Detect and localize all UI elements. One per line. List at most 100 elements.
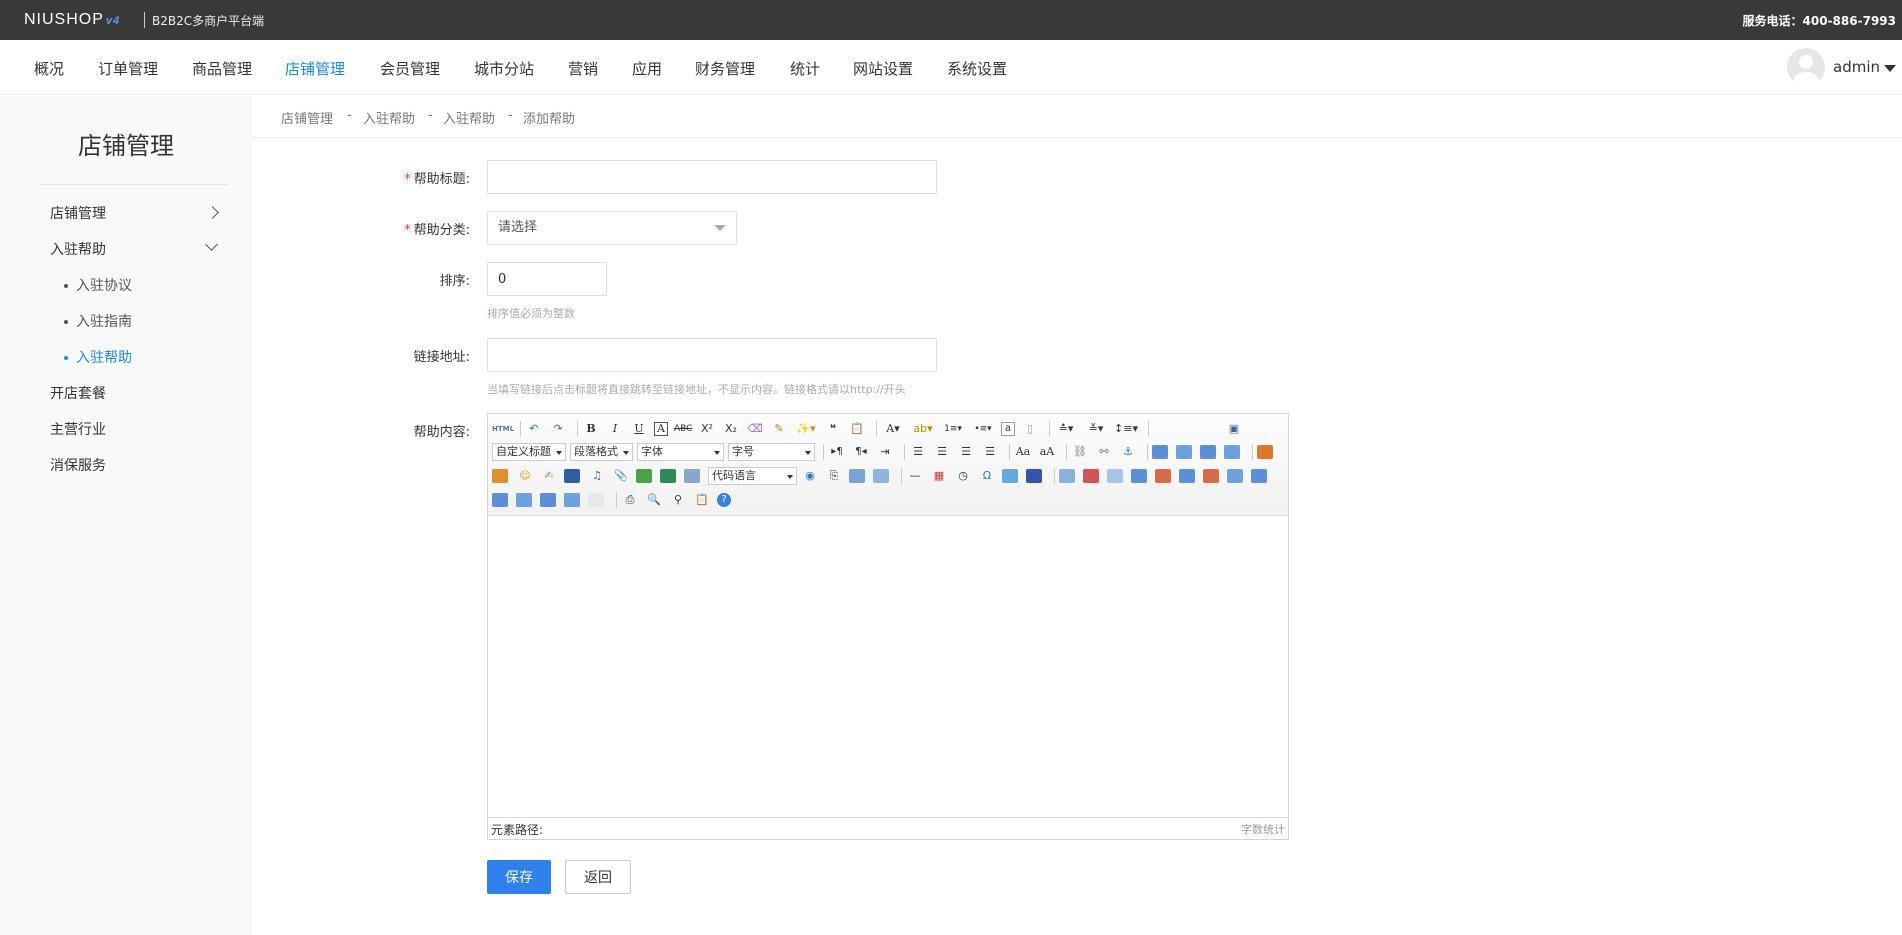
strikethrough-icon[interactable]: ABC — [674, 420, 692, 438]
row-spacing-bottom-icon[interactable]: ≚▾ — [1084, 420, 1108, 438]
superscript-icon[interactable]: X² — [698, 420, 716, 438]
merge-right-icon[interactable] — [1251, 469, 1267, 483]
html-source-button[interactable]: HTML — [492, 420, 514, 438]
nav-item-city[interactable]: 城市分站 — [474, 58, 534, 79]
nav-item-finance[interactable]: 财务管理 — [695, 58, 755, 79]
music-icon[interactable]: ♫ — [588, 467, 606, 485]
nav-item-system-settings[interactable]: 系统设置 — [947, 58, 1007, 79]
custom-title-dropdown[interactable]: 自定义标题 — [492, 443, 566, 461]
highlight-color-icon[interactable]: ab▾ — [911, 420, 935, 438]
nav-item-site-settings[interactable]: 网站设置 — [853, 58, 913, 79]
search-replace-icon[interactable]: ⚲ — [669, 491, 687, 509]
insert-frame-icon[interactable] — [684, 469, 700, 483]
undo-icon[interactable]: ↶ — [525, 420, 543, 438]
merge-down-icon[interactable] — [492, 493, 508, 507]
sidebar-item-settle-help[interactable]: 入驻帮助 — [50, 239, 106, 259]
sidebar-item-protection[interactable]: 消保服务 — [50, 455, 106, 475]
align-center-icon[interactable]: ☰ — [933, 443, 951, 461]
link-input[interactable] — [487, 338, 937, 372]
select-all-icon[interactable]: a — [1001, 422, 1015, 436]
split-cols-icon[interactable] — [564, 493, 580, 507]
help-icon[interactable]: ? — [717, 493, 731, 507]
split-cells-icon[interactable] — [516, 493, 532, 507]
breadcrumb-item[interactable]: 店铺管理 — [281, 108, 333, 127]
sort-input[interactable] — [487, 262, 607, 296]
gmap-icon[interactable] — [660, 469, 676, 483]
image-float-right-icon[interactable] — [1200, 445, 1216, 459]
lowercase-icon[interactable]: aA — [1038, 443, 1056, 461]
eraser-icon[interactable]: ⌫ — [746, 420, 764, 438]
sidebar-item-industry[interactable]: 主营行业 — [50, 419, 106, 439]
sidebar-item-shop-manage[interactable]: 店铺管理 — [50, 203, 106, 223]
subscript-icon[interactable]: X₂ — [722, 420, 740, 438]
insert-paragraph-before-table-icon[interactable] — [1107, 469, 1123, 483]
page-break-icon[interactable]: ⎘ — [825, 467, 843, 485]
nav-item-overview[interactable]: 概况 — [34, 58, 64, 79]
align-right-icon[interactable]: ☰ — [957, 443, 975, 461]
date-icon[interactable]: ▦ — [930, 467, 948, 485]
ordered-list-icon[interactable]: 1≡▾ — [941, 420, 965, 438]
nav-item-stats[interactable]: 统计 — [790, 58, 820, 79]
help-category-select[interactable]: 请选择 — [487, 211, 737, 245]
editor-content-area[interactable] — [488, 516, 1288, 818]
drafts-icon[interactable]: 📋 — [693, 491, 711, 509]
time-icon[interactable]: ◷ — [954, 467, 972, 485]
wordimage-icon[interactable] — [1002, 469, 1018, 483]
chart-icon[interactable] — [588, 493, 604, 507]
scrawl-icon[interactable]: ✍ — [540, 467, 558, 485]
font-size-dropdown[interactable]: 字号 — [728, 443, 815, 461]
blockquote-icon[interactable]: ❝ — [824, 420, 842, 438]
save-button[interactable]: 保存 — [487, 860, 551, 894]
breadcrumb-item[interactable]: 入驻帮助 — [363, 108, 415, 127]
delete-col-icon[interactable] — [1203, 469, 1219, 483]
nav-item-orders[interactable]: 订单管理 — [98, 58, 158, 79]
link-icon[interactable]: ⛓ — [1071, 443, 1089, 461]
font-family-dropdown[interactable]: 字体 — [637, 443, 724, 461]
unlink-icon[interactable]: ⚯ — [1095, 443, 1113, 461]
word-upload-icon[interactable] — [1026, 469, 1042, 483]
template-icon[interactable] — [849, 469, 865, 483]
multi-image-icon[interactable] — [492, 469, 508, 483]
delete-row-icon[interactable] — [1155, 469, 1171, 483]
bold-icon[interactable]: B — [582, 420, 600, 438]
special-char-icon[interactable]: Ω — [978, 467, 996, 485]
insert-row-icon[interactable] — [1131, 469, 1147, 483]
sidebar-subitem-help[interactable]: 入驻帮助 — [64, 347, 132, 367]
split-rows-icon[interactable] — [540, 493, 556, 507]
indent-icon[interactable]: ⇥ — [876, 443, 894, 461]
code-language-dropdown[interactable]: 代码语言 — [708, 467, 797, 485]
rtl-icon[interactable]: ¶◂ — [852, 443, 870, 461]
map-icon[interactable] — [636, 469, 652, 483]
horizontal-rule-icon[interactable]: — — [906, 467, 924, 485]
insert-table-icon[interactable] — [1059, 469, 1075, 483]
clear-doc-icon[interactable]: ▯ — [1021, 420, 1039, 438]
ltr-icon[interactable]: ▸¶ — [828, 443, 846, 461]
insert-col-icon[interactable] — [1179, 469, 1195, 483]
nav-item-members[interactable]: 会员管理 — [380, 58, 440, 79]
unordered-list-icon[interactable]: •≡▾ — [971, 420, 995, 438]
fullscreen-icon[interactable]: ▣ — [1225, 420, 1243, 438]
nav-item-goods[interactable]: 商品管理 — [192, 58, 252, 79]
font-color-icon[interactable]: A▾ — [881, 420, 905, 438]
redo-icon[interactable]: ↷ — [549, 420, 567, 438]
nav-item-apps[interactable]: 应用 — [632, 58, 662, 79]
underline-icon[interactable]: U — [630, 420, 648, 438]
delete-table-icon[interactable] — [1083, 469, 1099, 483]
help-title-input[interactable] — [487, 160, 937, 194]
emoticon-icon[interactable]: ☺ — [516, 467, 534, 485]
auto-format-icon[interactable]: ✨▾ — [794, 420, 818, 438]
paste-plain-icon[interactable]: 📋 — [848, 420, 866, 438]
sidebar-subitem-guide[interactable]: 入驻指南 — [64, 311, 132, 331]
print-icon[interactable]: ⎙ — [621, 491, 639, 509]
video-icon[interactable] — [564, 469, 580, 483]
nav-item-marketing[interactable]: 营销 — [568, 58, 598, 79]
align-left-icon[interactable]: ☰ — [909, 443, 927, 461]
align-justify-icon[interactable]: ☰ — [981, 443, 999, 461]
line-height-icon[interactable]: ↕≡▾ — [1114, 420, 1138, 438]
background-icon[interactable] — [873, 469, 889, 483]
sidebar-subitem-agreement[interactable]: 入驻协议 — [64, 275, 132, 295]
merge-cells-icon[interactable] — [1227, 469, 1243, 483]
attachment-icon[interactable]: 📎 — [612, 467, 630, 485]
image-float-none-icon[interactable] — [1152, 445, 1168, 459]
breadcrumb-item[interactable]: 入驻帮助 — [443, 108, 495, 127]
